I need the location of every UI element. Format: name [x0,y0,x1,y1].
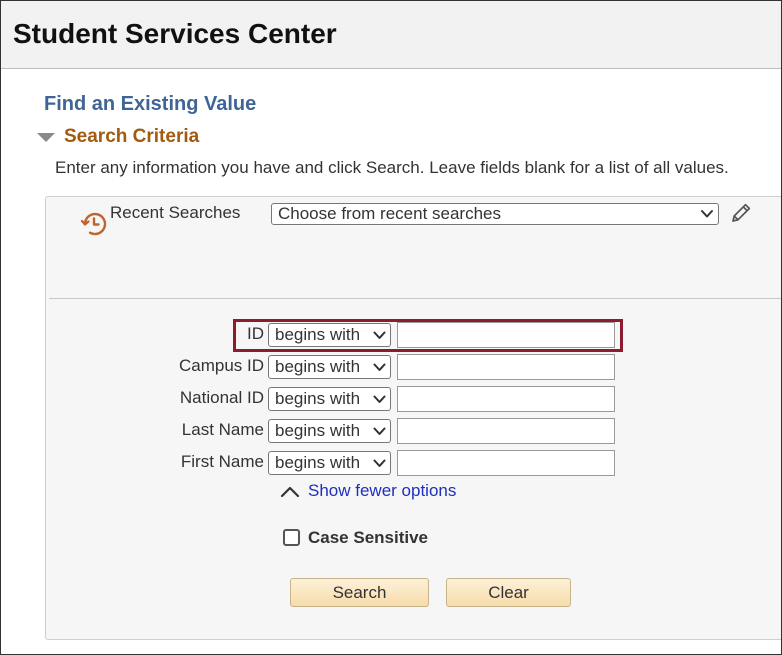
page-title: Student Services Center [13,18,337,49]
national-id-input[interactable] [397,386,615,412]
title-bar: Student Services Center [1,1,781,69]
first-name-input[interactable] [397,450,615,476]
case-sensitive-label[interactable]: Case Sensitive [308,528,428,548]
first-name-label: First Name [180,452,264,471]
recent-searches-select[interactable]: Choose from recent searches [271,203,719,225]
search-criteria-label[interactable]: Search Criteria [64,126,199,148]
last-name-operator-select[interactable]: begins with [268,419,391,443]
first-name-operator-value: begins with [275,453,361,472]
chevron-down-icon [373,363,386,371]
last-name-label: Last Name [181,420,264,439]
national-id-operator-select[interactable]: begins with [268,387,391,411]
history-clock-icon [80,212,107,236]
id-row-highlight [233,319,623,352]
national-id-label: National ID [179,388,264,407]
chevron-up-icon [280,486,300,498]
campus-id-operator-select[interactable]: begins with [268,355,391,379]
last-name-input[interactable] [397,418,615,444]
recent-searches-value: Choose from recent searches [278,204,501,223]
section-divider [49,298,781,299]
first-name-operator-select[interactable]: begins with [268,451,391,475]
search-instructions: Enter any information you have and click… [55,158,729,177]
clear-button[interactable]: Clear [446,578,571,607]
national-id-operator-value: begins with [275,389,361,408]
campus-id-label: Campus ID [178,356,264,375]
search-panel: Recent Searches Choose from recent searc… [45,196,781,640]
chevron-down-icon [373,395,386,403]
find-existing-value-heading: Find an Existing Value [44,93,257,115]
triangle-down-icon[interactable] [37,133,55,142]
campus-id-operator-value: begins with [275,357,361,376]
case-sensitive-checkbox[interactable] [283,529,300,546]
campus-id-input[interactable] [397,354,615,380]
student-services-window: Student Services Center Find an Existing… [0,0,782,655]
chevron-down-icon [373,459,386,467]
chevron-down-icon [373,427,386,435]
last-name-operator-value: begins with [275,421,361,440]
search-button[interactable]: Search [290,578,429,607]
show-fewer-options-label[interactable]: Show fewer options [308,481,456,501]
recent-searches-label: Recent Searches [110,203,241,222]
pencil-icon[interactable] [729,201,753,225]
chevron-down-icon [701,210,713,218]
